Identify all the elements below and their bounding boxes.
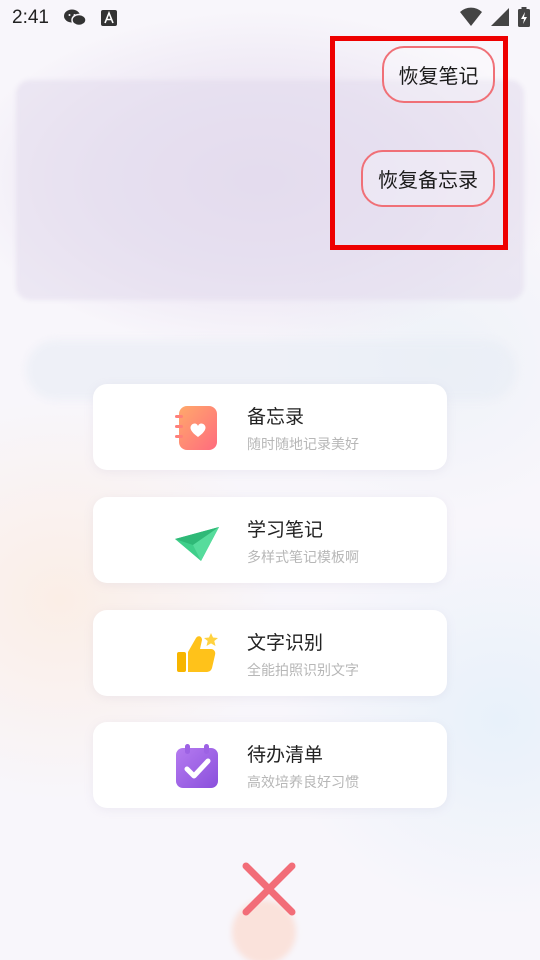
calendar-check-icon [173,742,221,790]
memo-heart-icon [173,404,221,452]
menu-item-memo[interactable]: 备忘录 随时随地记录美好 [93,384,447,470]
menu-subtitle: 随时随地记录美好 [247,437,359,453]
menu-title: 文字识别 [247,632,324,654]
menu-subtitle: 全能拍照识别文字 [247,663,359,679]
status-time: 2:41 [12,7,49,28]
menu-item-todo-list[interactable]: 待办清单 高效培养良好习惯 [93,722,447,808]
menu-subtitle: 高效培养良好习惯 [247,775,359,791]
restore-notes-button[interactable]: 恢复笔记 [382,46,495,103]
menu-title: 待办清单 [247,744,324,766]
menu-subtitle: 多样式笔记模板啊 [247,550,359,566]
close-x-icon [242,862,296,916]
menu-item-study-notes[interactable]: 学习笔记 多样式笔记模板啊 [93,497,447,583]
paper-plane-icon [173,517,221,565]
thumbs-up-icon [173,630,221,678]
wechat-icon [63,8,87,28]
status-bar: 2:41 [0,0,540,36]
signal-icon [490,7,510,31]
battery-charging-icon [518,7,530,31]
close-button[interactable] [238,858,300,920]
wifi-icon [460,7,482,31]
menu-title: 学习笔记 [247,519,324,541]
restore-memo-button[interactable]: 恢复备忘录 [361,150,495,207]
menu-item-text-recognition[interactable]: 文字识别 全能拍照识别文字 [93,610,447,696]
menu-title: 备忘录 [247,406,305,428]
keyboard-a-icon [100,10,117,26]
